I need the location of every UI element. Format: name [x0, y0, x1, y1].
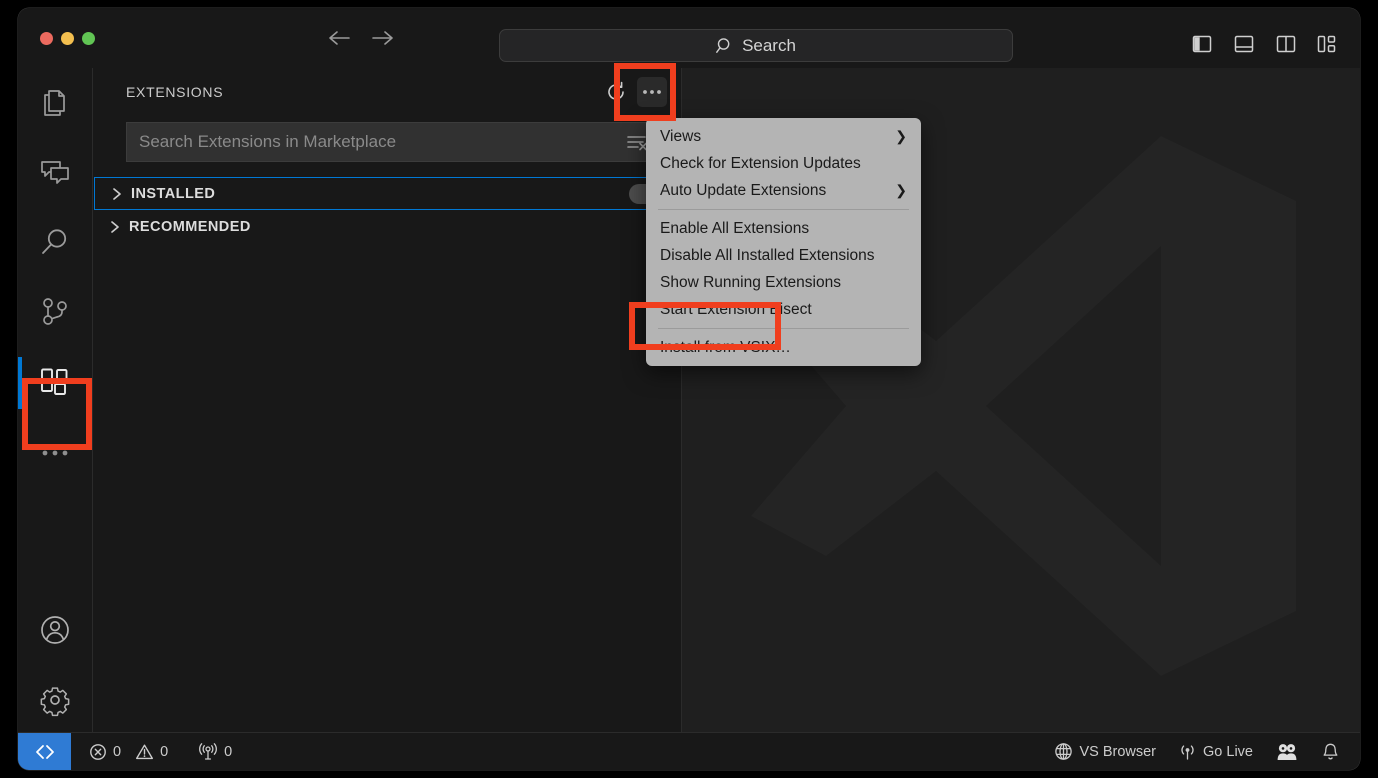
files-icon — [38, 86, 72, 120]
go-live-label: Go Live — [1203, 743, 1253, 760]
chevron-right-icon — [105, 220, 125, 234]
status-bar: 0 0 0 VS Browser Go Live — [18, 732, 1360, 770]
sidebar-item-more-views[interactable] — [18, 418, 92, 488]
customize-layout-icon[interactable] — [1314, 30, 1342, 58]
more-actions-button[interactable] — [637, 77, 667, 107]
extensions-icon — [36, 364, 74, 402]
status-bar-right: VS Browser Go Live — [1046, 733, 1348, 770]
section-recommended-label: RECOMMENDED — [129, 218, 251, 235]
command-center-label: Search — [742, 35, 796, 55]
manage-settings-button[interactable] — [18, 665, 92, 735]
vs-browser-label: VS Browser — [1079, 743, 1157, 760]
status-ports[interactable]: 0 — [190, 733, 240, 770]
menu-item-views[interactable]: Views ❯ — [646, 123, 921, 150]
live-share-icon — [1275, 742, 1299, 762]
command-center-search[interactable]: Search — [499, 29, 1013, 62]
page-title: EXTENSIONS — [126, 84, 224, 100]
menu-item-label: Show Running Extensions — [660, 273, 841, 291]
account-icon — [38, 613, 72, 647]
menu-item-start-extension-bisect[interactable]: Start Extension Bisect — [646, 296, 921, 323]
section-installed-label: INSTALLED — [131, 185, 216, 202]
go-forward-icon[interactable] — [372, 28, 394, 48]
radio-tower-icon — [198, 742, 218, 761]
ellipsis-icon — [641, 87, 663, 97]
search-extensions-placeholder: Search Extensions in Marketplace — [139, 132, 397, 151]
menu-item-label: Auto Update Extensions — [660, 181, 827, 199]
sidebar-item-extensions[interactable] — [18, 348, 92, 418]
sidebar-item-explorer[interactable] — [18, 68, 92, 138]
menu-separator — [658, 328, 909, 329]
section-recommended[interactable]: RECOMMENDED — [93, 210, 681, 243]
menu-item-label: Views — [660, 127, 702, 145]
maximize-window-button[interactable] — [82, 32, 95, 45]
sidebar-item-source-control[interactable] — [18, 278, 92, 348]
toggle-primary-sidebar-icon[interactable] — [1188, 30, 1216, 58]
chat-icon — [38, 157, 72, 189]
status-go-live[interactable]: Go Live — [1170, 733, 1261, 770]
menu-item-label: Start Extension Bisect — [660, 300, 812, 318]
status-vs-browser[interactable]: VS Browser — [1046, 733, 1164, 770]
menu-item-show-running-extensions[interactable]: Show Running Extensions — [646, 269, 921, 296]
sidebar-actions — [601, 77, 667, 107]
search-icon — [716, 37, 734, 55]
extensions-sections: INSTALLED RECOMMENDED — [93, 177, 681, 243]
menu-item-label: Check for Extension Updates — [660, 154, 861, 172]
toggle-panel-icon[interactable] — [1230, 30, 1258, 58]
chevron-right-icon: ❯ — [895, 182, 907, 198]
status-problems[interactable]: 0 0 — [81, 733, 176, 770]
chevron-right-icon — [107, 187, 127, 201]
vscode-window: Search EXTENSIONS Search Extensions in M… — [18, 8, 1360, 770]
menu-item-enable-all-extensions[interactable]: Enable All Extensions — [646, 215, 921, 242]
close-window-button[interactable] — [40, 32, 53, 45]
go-back-icon[interactable] — [328, 28, 350, 48]
activity-bar-bottom — [18, 595, 92, 735]
status-notifications[interactable] — [1313, 733, 1348, 770]
menu-item-auto-update-extensions[interactable]: Auto Update Extensions ❯ — [646, 177, 921, 204]
section-installed[interactable]: INSTALLED — [94, 177, 680, 210]
layout-actions — [1188, 30, 1342, 58]
search-icon — [38, 226, 72, 260]
bell-icon — [1321, 742, 1340, 762]
warning-count: 0 — [160, 743, 169, 760]
globe-icon — [1054, 742, 1073, 761]
menu-item-install-from-vsix[interactable]: Install from VSIX… — [646, 334, 921, 361]
menu-item-disable-all-installed-extensions[interactable]: Disable All Installed Extensions — [646, 242, 921, 269]
accounts-button[interactable] — [18, 595, 92, 665]
status-live-share[interactable] — [1267, 733, 1307, 770]
ports-count: 0 — [224, 743, 233, 760]
warning-icon — [135, 743, 154, 761]
toggle-secondary-sidebar-icon[interactable] — [1272, 30, 1300, 58]
screenshot-root: Search EXTENSIONS Search Extensions in M… — [0, 0, 1378, 778]
remote-icon — [33, 743, 57, 761]
extensions-sidebar: EXTENSIONS Search Extensions in Marketpl… — [93, 68, 682, 743]
search-extensions-wrap: Search Extensions in Marketplace — [93, 116, 681, 162]
chevron-right-icon: ❯ — [895, 128, 907, 144]
menu-separator — [658, 209, 909, 210]
status-bar-left: 0 0 0 — [81, 733, 240, 770]
remote-indicator[interactable] — [18, 733, 71, 770]
menu-item-check-for-extension-updates[interactable]: Check for Extension Updates — [646, 150, 921, 177]
menu-item-label: Install from VSIX… — [660, 338, 791, 356]
refresh-icon — [605, 81, 627, 103]
error-count: 0 — [113, 743, 122, 760]
activity-bar — [18, 68, 93, 743]
refresh-button[interactable] — [601, 77, 631, 107]
gear-icon — [38, 683, 72, 717]
search-extensions-input[interactable]: Search Extensions in Marketplace — [126, 122, 659, 162]
title-bar: Search — [18, 8, 1360, 69]
extensions-more-actions-menu: Views ❯ Check for Extension Updates Auto… — [646, 118, 921, 366]
window-traffic-lights — [40, 32, 95, 45]
broadcast-icon — [1178, 742, 1197, 761]
ellipsis-icon — [38, 447, 72, 459]
minimize-window-button[interactable] — [61, 32, 74, 45]
sidebar-header: EXTENSIONS — [93, 68, 681, 116]
navigation-arrows — [328, 28, 394, 48]
error-icon — [89, 743, 107, 761]
sidebar-item-search[interactable] — [18, 208, 92, 278]
source-control-icon — [38, 296, 72, 330]
menu-item-label: Disable All Installed Extensions — [660, 246, 875, 264]
sidebar-item-chat[interactable] — [18, 138, 92, 208]
menu-item-label: Enable All Extensions — [660, 219, 810, 237]
